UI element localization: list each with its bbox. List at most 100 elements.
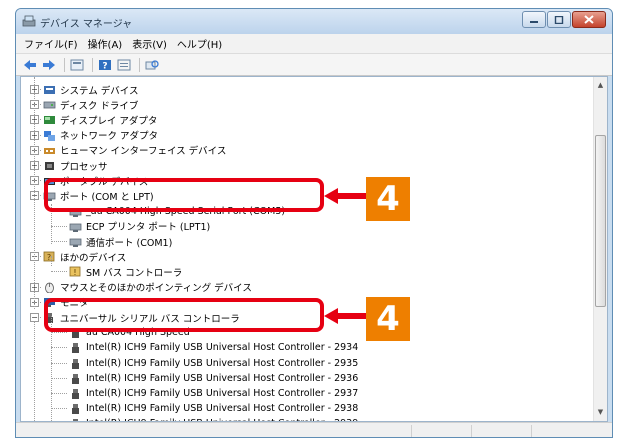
- tree-connector: [51, 256, 52, 266]
- callout-arrow-icon: [324, 188, 366, 204]
- device-item[interactable]: Intel(R) ICH9 Family USB Universal Host …: [69, 386, 358, 401]
- network-adapter-icon: [44, 130, 55, 141]
- back-button[interactable]: [22, 58, 38, 72]
- title-bar[interactable]: デバイス マネージャ: [16, 9, 612, 34]
- tree-connector: [34, 321, 35, 421]
- device-item[interactable]: ECP プリンタ ポート (LPT1): [69, 219, 210, 234]
- scroll-down-icon[interactable]: ▼: [594, 406, 607, 419]
- view-icon: [70, 59, 84, 70]
- step-number-badge: 4: [366, 297, 410, 341]
- callout-arrow-icon: [324, 308, 366, 324]
- device-label: Intel(R) ICH9 Family USB Universal Host …: [86, 342, 359, 354]
- unknown-device-icon: !: [69, 266, 81, 277]
- device-item[interactable]: Intel(R) ICH9 Family USB Universal Host …: [69, 340, 358, 355]
- usb-icon: [73, 419, 78, 421]
- device-label: マウスとそのほかのポインティング デバイス: [60, 283, 252, 295]
- port-icon: [69, 238, 82, 247]
- scroll-up-icon[interactable]: ▲: [594, 79, 607, 92]
- menu-view[interactable]: 表示(V): [132, 36, 167, 51]
- device-category[interactable]: ディスプレイ アダプタ: [43, 112, 157, 127]
- help-icon: ?: [99, 59, 111, 71]
- device-label: ディスク ドライブ: [60, 100, 139, 112]
- scroll-thumb[interactable]: [595, 135, 606, 307]
- vertical-scrollbar[interactable]: ▲ ▼: [593, 77, 607, 421]
- device-label: ECP プリンタ ポート (LPT1): [86, 222, 211, 234]
- view-button[interactable]: [69, 58, 85, 72]
- disk-drive-icon: [43, 101, 56, 109]
- menu-action[interactable]: 操作(A): [88, 36, 123, 51]
- status-cell: [531, 425, 609, 437]
- device-category[interactable]: システム デバイス: [43, 82, 138, 97]
- device-label: Intel(R) ICH9 Family USB Universal Host …: [86, 388, 359, 399]
- minimize-button[interactable]: [522, 11, 546, 28]
- device-label: 通信ポート (COM1): [86, 237, 173, 249]
- device-label: プロセッサ: [60, 161, 108, 173]
- minimize-icon: [530, 20, 538, 23]
- svg-text:?: ?: [102, 61, 107, 71]
- tree-connector: [51, 393, 67, 394]
- tree-connector: [51, 271, 67, 273]
- mouse-icon: [45, 282, 54, 293]
- device-item[interactable]: Intel(R) ICH9 Family USB Universal Host …: [69, 356, 358, 371]
- highlight-frame: [44, 178, 324, 212]
- status-bar: [16, 422, 612, 437]
- device-label: ディスプレイ アダプタ: [60, 115, 158, 127]
- tree-connector: [51, 362, 67, 364]
- device-item[interactable]: ! SM バス コントローラ: [69, 264, 182, 279]
- toolbar-separator: [139, 57, 140, 72]
- scan-hardware-button[interactable]: [144, 58, 160, 72]
- window-controls: [521, 11, 606, 28]
- highlight-frame: [44, 298, 324, 332]
- menu-file[interactable]: ファイル(F): [24, 36, 78, 51]
- window-title: デバイス マネージャ: [40, 19, 133, 30]
- forward-button[interactable]: [41, 58, 57, 72]
- port-icon: [69, 223, 82, 232]
- device-label: SM バス コントローラ: [86, 267, 183, 279]
- tree-connector: [51, 347, 67, 349]
- device-category[interactable]: マウスとそのほかのポインティング デバイス: [43, 280, 252, 295]
- usb-icon: [72, 358, 79, 369]
- tree-connector: [34, 77, 35, 309]
- device-item[interactable]: 通信ポート (COM1): [69, 234, 172, 249]
- device-label: Intel(R) ICH9 Family USB Universal Host …: [86, 418, 358, 421]
- system-device-icon: [44, 86, 55, 94]
- tree-connector: [51, 332, 67, 334]
- close-icon: [584, 15, 594, 24]
- status-cell: [471, 425, 531, 437]
- status-cell: [411, 425, 471, 437]
- help-button[interactable]: ?: [97, 58, 113, 72]
- device-label: Intel(R) ICH9 Family USB Universal Host …: [86, 403, 359, 415]
- back-arrow-icon: [24, 59, 36, 70]
- scan-hardware-icon: [145, 59, 159, 69]
- device-category[interactable]: ネットワーク アダプタ: [43, 128, 158, 143]
- usb-icon: [72, 343, 79, 354]
- device-item[interactable]: Intel(R) ICH9 Family USB Universal Host …: [69, 416, 358, 421]
- maximize-icon: [554, 15, 564, 24]
- device-label: システム デバイス: [60, 85, 139, 97]
- maximize-button[interactable]: [547, 11, 571, 28]
- processor-icon: [45, 162, 54, 170]
- device-category[interactable]: ヒューマン インターフェイス デバイス: [43, 143, 226, 158]
- display-adapter-icon: [44, 116, 55, 125]
- device-label: ネットワーク アダプタ: [60, 131, 159, 143]
- device-category[interactable]: ? ほかのデバイス: [43, 249, 126, 264]
- device-item[interactable]: Intel(R) ICH9 Family USB Universal Host …: [69, 371, 358, 386]
- device-label: ほかのデバイス: [60, 252, 127, 264]
- device-category[interactable]: ディスク ドライブ: [43, 97, 138, 112]
- tree-connector: [51, 225, 67, 227]
- forward-arrow-icon: [43, 59, 55, 70]
- other-device-icon: ?: [43, 251, 55, 262]
- step-number-badge: 4: [366, 177, 410, 221]
- properties-icon: [117, 59, 131, 70]
- menu-help[interactable]: ヘルプ(H): [177, 36, 222, 51]
- close-button[interactable]: [572, 11, 606, 28]
- device-item[interactable]: Intel(R) ICH9 Family USB Universal Host …: [69, 401, 358, 416]
- device-tree-panel: + システム デバイス + ディスク ドライブ + ディスプレイ アダプタ + ネットワーク …: [20, 76, 608, 422]
- device-category[interactable]: プロセッサ: [43, 158, 108, 173]
- device-manager-icon: [22, 15, 36, 27]
- tree-connector: [51, 408, 67, 410]
- device-label: Intel(R) ICH9 Family USB Universal Host …: [86, 372, 359, 384]
- properties-button[interactable]: [116, 58, 132, 72]
- tree-connector: [51, 241, 67, 242]
- usb-icon: [72, 373, 79, 384]
